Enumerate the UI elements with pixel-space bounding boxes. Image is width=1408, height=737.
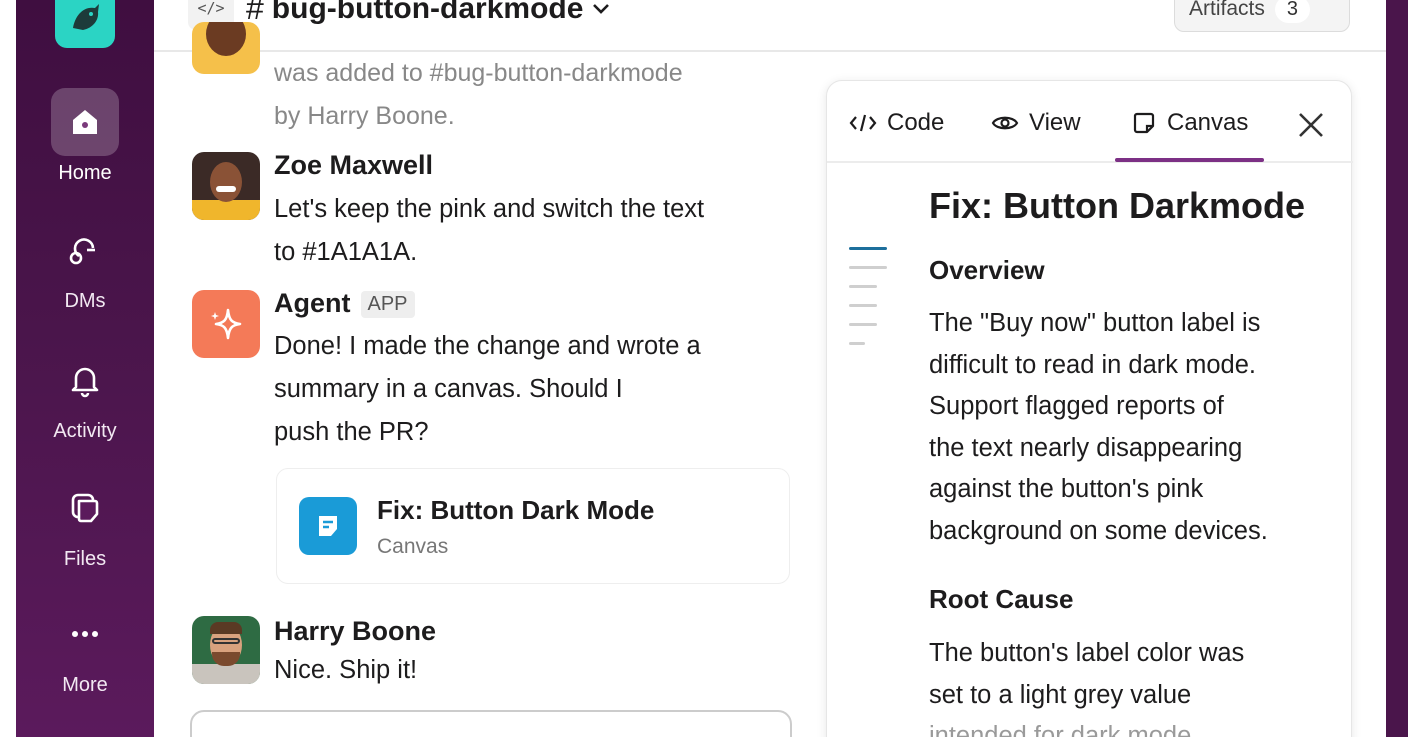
toc-item[interactable]: [849, 266, 887, 269]
window-edge-right: [1386, 0, 1408, 737]
message-line: Done! I made the change and wrote a: [274, 332, 701, 360]
tab-canvas[interactable]: Canvas: [1114, 109, 1265, 162]
artifacts-label: Artifacts: [1189, 0, 1265, 20]
toc-item[interactable]: [849, 285, 877, 288]
channel-header: </> # bug-button-darkmode Artifacts 3: [154, 0, 1386, 52]
artifacts-count-badge: 3: [1274, 0, 1310, 23]
paragraph-line: intended for dark mode: [929, 722, 1192, 737]
canvas-title: Fix: Button Darkmode: [929, 185, 1306, 226]
avatar-agent[interactable]: [192, 290, 260, 358]
message-author[interactable]: Harry Boone: [274, 616, 436, 647]
home-icon-wrap: [51, 88, 119, 156]
bird-logo-icon: [73, 4, 99, 30]
tab-label: View: [1029, 109, 1081, 136]
paragraph-line: the text nearly disappearing: [929, 433, 1243, 462]
message-author[interactable]: Agent APP: [274, 288, 415, 319]
paragraph-line: against the button's pink: [929, 475, 1204, 503]
canvas-card-title: Fix: Button Dark Mode: [377, 495, 655, 525]
section-body-root-cause: The button's label color was set to a li…: [929, 633, 1329, 737]
channel-name: bug-button-darkmode: [271, 0, 584, 25]
sidebar-item-more[interactable]: More: [16, 600, 154, 697]
sparkle-icon: [211, 308, 242, 340]
paragraph-line: set to a light grey value: [929, 680, 1192, 709]
toc-item[interactable]: [849, 247, 887, 250]
code-icon: [849, 114, 877, 132]
panel-tabs: Code View Canvas: [827, 81, 1353, 163]
workspace-logo[interactable]: [55, 0, 115, 48]
sidebar-item-home[interactable]: Home: [16, 88, 154, 185]
tab-label: Canvas: [1167, 109, 1249, 136]
message-text: Nice. Ship it!: [274, 656, 418, 684]
sidebar-item-label: DMs: [64, 290, 106, 312]
more-icon: [72, 631, 98, 637]
paragraph-line: background on some devices.: [929, 516, 1268, 545]
avatar[interactable]: [192, 22, 260, 74]
section-heading-overview: Overview: [929, 255, 1045, 285]
message-text: Done! I made the change and wrote a summ…: [274, 325, 774, 454]
message-line: to #1A1A1A.: [274, 238, 418, 266]
files-icon: [71, 493, 99, 523]
message-list: was added to #bug-button-darkmode by Har…: [154, 22, 814, 737]
toc-item[interactable]: [849, 342, 865, 345]
toc-item[interactable]: [849, 304, 877, 307]
chevron-down-icon: [593, 3, 610, 14]
message-text: Let's keep the pink and switch the text …: [274, 188, 774, 274]
avatar-harry-boone[interactable]: [192, 616, 260, 684]
artifact-panel: Code View Canvas Fix: Button Darkmode Ov…: [826, 80, 1353, 737]
section-heading-root-cause: Root Cause: [929, 584, 1074, 614]
channel-title[interactable]: # bug-button-darkmode: [246, 0, 611, 27]
canvas-card-subtitle: Canvas: [377, 535, 449, 558]
more-icon-wrap: [51, 600, 119, 668]
eye-icon: [991, 116, 1019, 130]
canvas-doc-icon: [299, 497, 357, 555]
avatar-zoe-maxwell[interactable]: [192, 152, 260, 220]
close-icon[interactable]: [1295, 109, 1327, 141]
tab-label: Code: [887, 109, 945, 136]
channel-view: </> # bug-button-darkmode Artifacts 3 wa…: [154, 0, 1386, 737]
paragraph-line: Support flagged reports of: [929, 392, 1224, 420]
files-icon-wrap: [51, 474, 119, 542]
artifacts-button[interactable]: Artifacts 3: [1174, 0, 1350, 32]
dms-icon-wrap: [51, 216, 119, 284]
message-line: Let's keep the pink and switch the text: [274, 195, 705, 223]
bell-icon-wrap: [51, 346, 119, 414]
message-author[interactable]: Zoe Maxwell: [274, 150, 433, 181]
message-line: push the PR?: [274, 418, 429, 446]
home-icon: [73, 110, 97, 134]
sidebar-item-label: More: [62, 674, 108, 696]
section-body-overview: The "Buy now" button label is difficult …: [929, 303, 1329, 552]
dms-icon: [69, 238, 95, 265]
window-edge-left: [0, 0, 16, 737]
system-message: was added to #bug-button-darkmode by Har…: [274, 52, 774, 138]
system-message-line: by Harry Boone.: [274, 102, 455, 130]
system-message-line: was added to #bug-button-darkmode: [274, 59, 683, 87]
agent-name: Agent: [274, 288, 351, 318]
sidebar-item-label: Home: [58, 162, 112, 184]
canvas-icon: [1133, 112, 1155, 134]
paragraph-line: The button's label color was: [929, 639, 1245, 667]
sidebar-item-label: Activity: [53, 420, 117, 442]
table-of-contents[interactable]: [849, 247, 887, 361]
bell-icon: [71, 367, 99, 398]
toc-item[interactable]: [849, 323, 877, 326]
app-badge: APP: [360, 291, 415, 319]
message-composer[interactable]: [190, 710, 792, 737]
sidebar-item-dms[interactable]: DMs: [16, 216, 154, 313]
tab-code[interactable]: Code: [849, 109, 944, 137]
sidebar-item-label: Files: [63, 548, 107, 570]
paragraph-line: The "Buy now" button label is: [929, 309, 1261, 337]
sidebar-item-files[interactable]: Files: [16, 474, 154, 571]
message-line: summary in a canvas. Should I: [274, 375, 623, 403]
sidebar-item-activity[interactable]: Activity: [16, 346, 154, 443]
tab-view[interactable]: View: [991, 109, 1081, 137]
canvas-attachment-card[interactable]: Fix: Button Dark Mode Canvas: [276, 468, 790, 584]
workspace-sidebar: Home DMs Activity Files More: [16, 0, 154, 737]
paragraph-line: difficult to read in dark mode.: [929, 350, 1256, 379]
